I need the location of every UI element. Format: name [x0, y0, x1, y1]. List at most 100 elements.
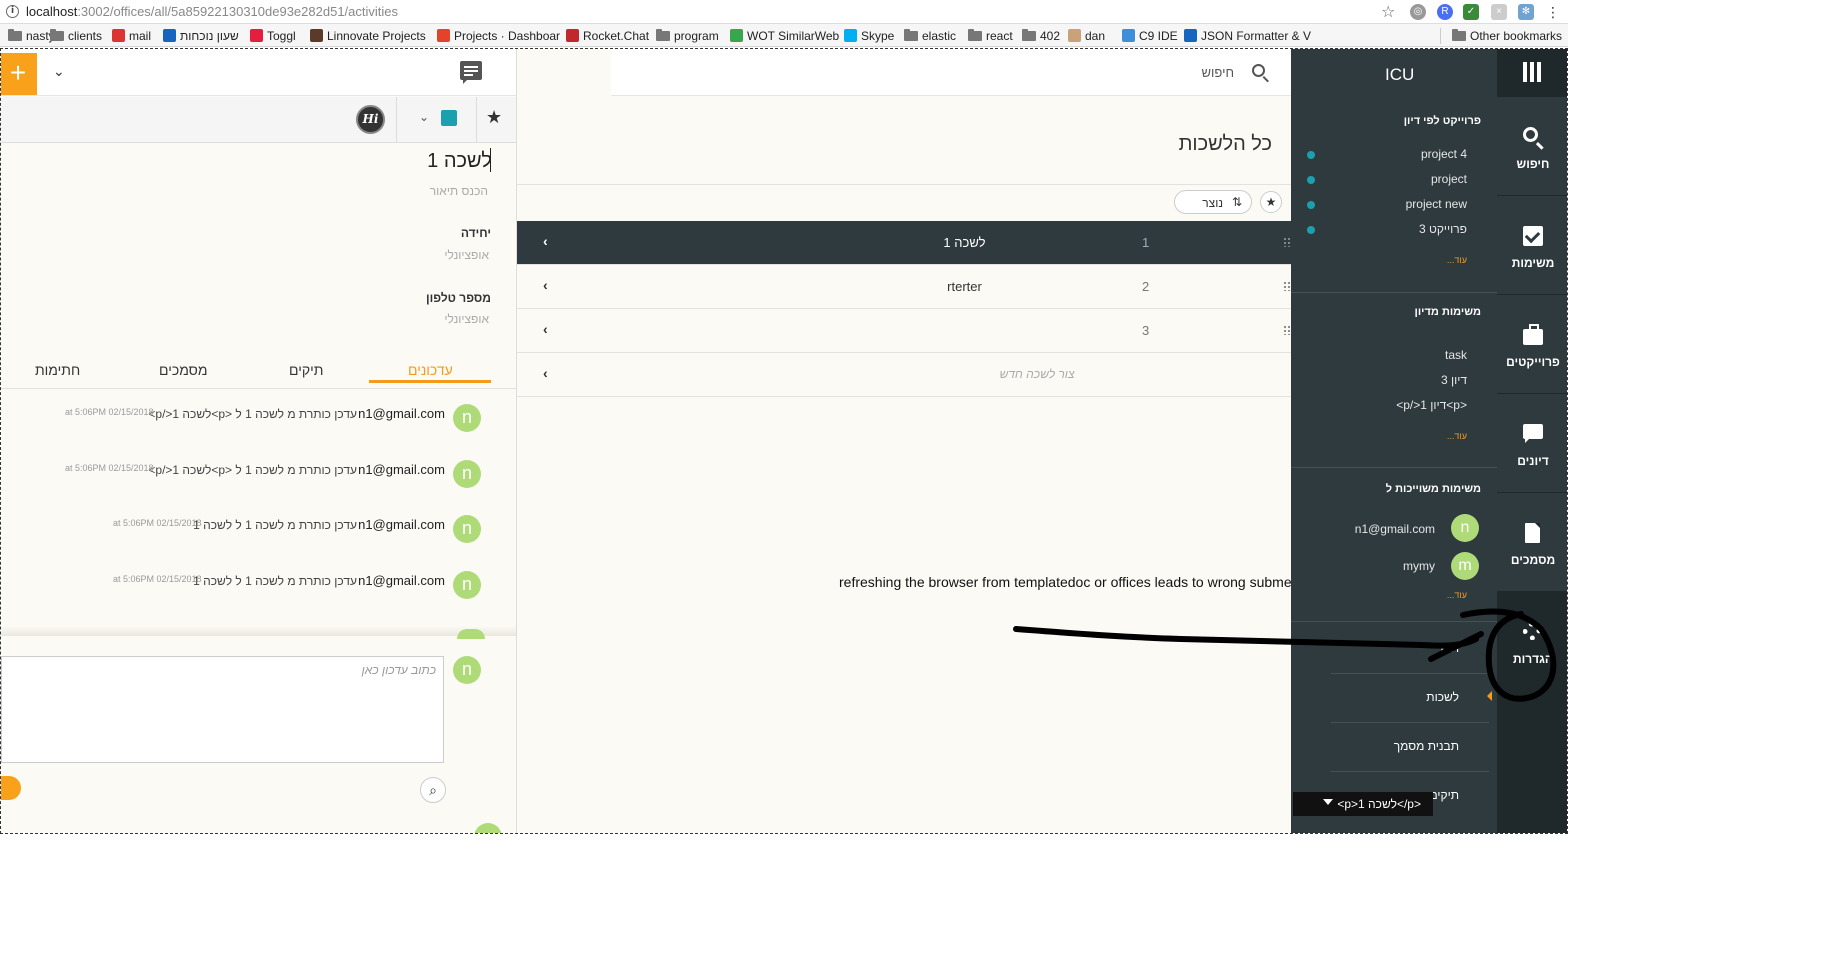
bookmark-item[interactable]: dan — [1068, 28, 1105, 43]
url-text[interactable]: localhost:3002/offices/all/5a85922130310… — [26, 4, 398, 19]
search-icon — [1523, 127, 1538, 142]
extension-icon[interactable]: ✻ — [1518, 4, 1534, 20]
bookmark-item[interactable]: 402 — [1022, 28, 1060, 43]
update-item: n n1@gmail.com עדכן כותרת מ לשכה 1 ל לשכה … — [1, 509, 516, 549]
bookmark-item[interactable]: Toggl — [250, 28, 296, 43]
settings-item-folder[interactable]: תיק — [1441, 641, 1460, 655]
office-dropdown[interactable]: <p>לשכה 1</p> — [1293, 792, 1433, 816]
folder-icon — [1022, 28, 1036, 41]
item-title[interactable]: לשכה 1 — [427, 150, 492, 173]
bookmark-item[interactable]: C9 IDE — [1122, 28, 1178, 43]
tab-folders[interactable]: תיקים — [289, 362, 323, 378]
chevron-down-icon[interactable]: ⌄ — [419, 110, 429, 124]
unit-field[interactable]: אופציונלי — [444, 248, 489, 262]
star-filter-button[interactable]: ★ — [1260, 191, 1282, 213]
more-link[interactable]: עוד... — [1447, 431, 1467, 441]
other-bookmarks[interactable]: Other bookmarks — [1452, 28, 1562, 43]
annotation-text: refreshing the browser from templatedoc … — [839, 574, 1308, 590]
add-button[interactable]: + — [1, 53, 37, 95]
nav-discussions[interactable]: דיונים — [1497, 394, 1567, 492]
chat-icon[interactable] — [460, 61, 482, 84]
settings-item-folders[interactable]: תיקים — [1429, 788, 1459, 802]
divider — [1331, 771, 1489, 772]
color-swatch[interactable] — [441, 110, 457, 126]
description-field[interactable]: הכנס תיאור — [430, 184, 488, 198]
paperclip-icon[interactable]: ⌕ — [420, 777, 446, 803]
tab-documents[interactable]: מסמכים — [159, 362, 207, 378]
bookmark-item[interactable]: שעון נוכחות — [163, 28, 239, 43]
tab-updates[interactable]: עדכונים — [408, 362, 453, 378]
update-author[interactable]: n1@gmail.com — [358, 517, 445, 532]
divider — [1291, 467, 1497, 468]
sidebar-project-item[interactable]: project — [1431, 172, 1467, 186]
phone-field[interactable]: אופציונלי — [444, 312, 489, 326]
update-author[interactable]: n1@gmail.com — [358, 462, 445, 477]
unit-label: יחידה — [460, 226, 491, 240]
nav-tasks[interactable]: משימות — [1497, 196, 1567, 294]
list-row[interactable]: ‹ rterter 2 — [517, 265, 1292, 309]
phone-label: מספר טלפון — [426, 291, 491, 305]
address-bar[interactable]: i localhost:3002/offices/all/5a859221303… — [0, 0, 1568, 24]
bookmark-item[interactable]: mail — [112, 28, 151, 43]
bookmark-item[interactable]: Skype — [844, 28, 894, 43]
update-author[interactable]: n1@gmail.com — [358, 406, 445, 421]
sidebar-person-item[interactable]: mymy — [1403, 559, 1435, 573]
bookmark-item[interactable]: elastic — [904, 28, 956, 43]
search-bar[interactable]: חיפוש — [611, 49, 1292, 96]
bookmark-item[interactable]: clients — [50, 28, 102, 43]
settings-item-doc-template[interactable]: תבנית מסמך — [1394, 739, 1459, 753]
assignee-avatar[interactable]: Hi — [356, 105, 385, 134]
nav-projects[interactable]: פרוייקטים — [1497, 295, 1567, 393]
more-link[interactable]: עוד... — [1447, 590, 1467, 600]
list-header: כל הלשכות — [517, 97, 1292, 185]
menu-kebab-icon[interactable]: ⋮ — [1545, 4, 1561, 20]
update-date: at 5:06PM 02/15/2018 — [65, 463, 154, 473]
bookmark-item[interactable]: react — [968, 28, 1013, 43]
extension-icon[interactable]: ◎ — [1410, 4, 1426, 20]
bookmark-item[interactable]: Linnovate Projects — [310, 28, 426, 43]
bookmark-star-icon[interactable]: ☆ — [1381, 2, 1395, 22]
new-item-row[interactable]: ‹ צור לשכה חדש — [517, 353, 1292, 397]
bookmark-item[interactable]: WOT SimilarWeb — [730, 28, 839, 43]
star-icon[interactable]: ★ — [486, 107, 502, 128]
bookmark-item[interactable]: Rocket.Chat — [566, 28, 649, 43]
list-row[interactable]: ‹ 3 — [517, 309, 1292, 353]
sort-button[interactable]: נוצר ⇅ — [1174, 190, 1252, 214]
chevron-left-icon[interactable]: ‹ — [543, 321, 548, 337]
sidebar-project-item[interactable]: project 4 — [1421, 147, 1467, 161]
briefcase-icon — [1523, 324, 1543, 345]
extension-icon[interactable]: R — [1437, 4, 1453, 20]
tab-signatures[interactable]: חתימות — [35, 362, 80, 378]
sidebar-project-item[interactable]: project new — [1406, 197, 1467, 211]
update-author[interactable]: n1@gmail.com — [358, 573, 445, 588]
settings-item-offices[interactable]: לשכות — [1426, 690, 1459, 704]
detail-toolbar: ★ ⌄ Hi — [1, 97, 516, 143]
search-icon[interactable] — [1252, 64, 1265, 77]
sidebar-task-item[interactable]: דיון 3 — [1441, 373, 1467, 387]
nav-settings[interactable]: הגדרות — [1497, 592, 1567, 690]
bookmark-item[interactable]: Projects · Dashboar — [437, 28, 560, 43]
sidebar-person-item[interactable]: n1@gmail.com — [1355, 522, 1435, 536]
brand-logo[interactable]: ICU — [1385, 65, 1414, 85]
sidebar-project-item[interactable]: פרוייקט 3 — [1419, 222, 1467, 236]
list-row[interactable]: ‹ לשכה 11 — [517, 221, 1292, 265]
sidebar-task-item[interactable]: task — [1445, 348, 1467, 362]
info-icon[interactable]: i — [6, 5, 19, 18]
check-icon — [1523, 226, 1543, 246]
bookmark-item[interactable]: nasty — [8, 28, 55, 43]
menu-toggle-icon[interactable] — [1523, 62, 1541, 82]
extension-icon[interactable]: × — [1491, 4, 1507, 20]
extension-icon[interactable]: ✓ — [1463, 4, 1479, 20]
chevron-down-icon[interactable]: ⌄ — [53, 63, 65, 80]
divider — [476, 97, 477, 143]
send-button[interactable] — [1, 776, 21, 800]
active-item-marker — [1487, 691, 1492, 701]
nav-documents[interactable]: מסמכים — [1497, 493, 1567, 591]
more-link[interactable]: עוד... — [1447, 255, 1467, 265]
search-input[interactable]: חיפוש — [1202, 65, 1234, 80]
update-input[interactable]: כתוב עדכון כאן — [1, 656, 444, 763]
nav-search[interactable]: חיפוש — [1497, 97, 1567, 195]
bookmark-item[interactable]: program — [656, 28, 719, 43]
bookmark-item[interactable]: JSON Formatter & V — [1184, 28, 1311, 43]
sidebar-task-item[interactable]: <p>דיון 1</p> — [1396, 398, 1467, 412]
